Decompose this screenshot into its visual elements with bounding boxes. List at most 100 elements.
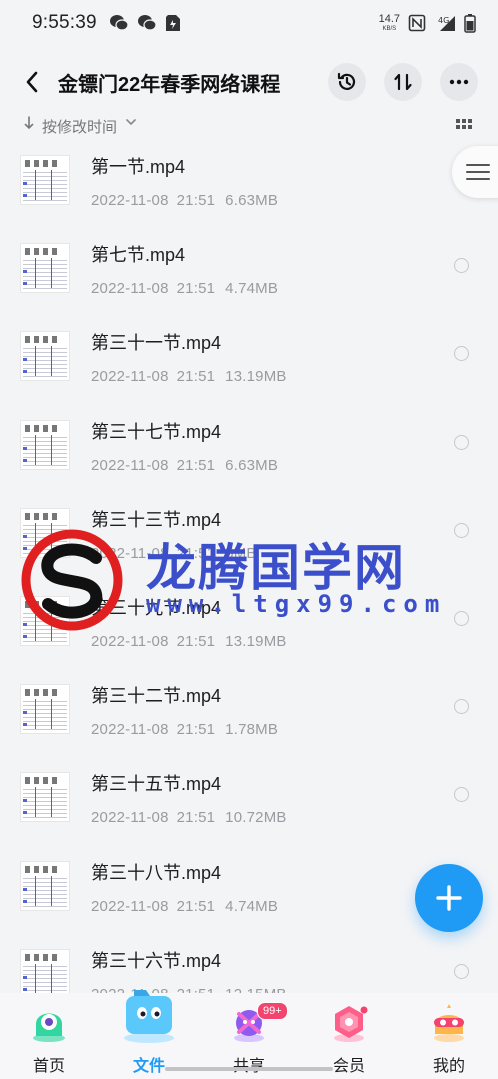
video-thumbnail <box>20 860 70 911</box>
grid-icon <box>456 119 472 129</box>
file-name: 第三十五节.mp4 <box>91 774 222 795</box>
select-radio[interactable] <box>454 434 469 450</box>
file-meta: 2022-11-08 21:51 5MB <box>91 545 257 562</box>
select-radio[interactable] <box>454 963 469 979</box>
file-name: 第三十二节.mp4 <box>91 686 222 707</box>
file-row[interactable]: 第三十九节.mp4 2022-11-08 21:51 13.19MB <box>0 577 498 665</box>
nav-files-label: 文件 <box>132 1058 165 1075</box>
file-date: 2022-11-08 <box>91 633 169 651</box>
nav-home-label: 首页 <box>32 1058 65 1075</box>
file-date: 2022-11-08 <box>91 897 169 915</box>
header: 金镖门22年春季网络课程 <box>0 58 498 106</box>
history-button[interactable] <box>328 63 366 101</box>
file-name: 第三十九节.mp4 <box>91 598 222 619</box>
nav-files[interactable]: 文件 <box>104 986 194 1079</box>
plus-icon <box>436 885 462 911</box>
file-date: 2022-11-08 <box>91 721 169 739</box>
file-info: 第三十九节.mp4 2022-11-08 21:51 13.19MB <box>91 592 287 650</box>
more-dots-icon <box>449 79 469 85</box>
select-radio[interactable] <box>454 699 469 715</box>
file-row[interactable]: 第三十三节.mp4 2022-11-08 21:51 5MB <box>0 489 498 577</box>
page-title: 金镖门22年春季网络课程 <box>58 73 281 96</box>
nav-share-label: 共享 <box>233 1052 265 1076</box>
file-row[interactable]: 第一节.mp4 2022-11-08 21:51 6.63MB <box>0 136 498 224</box>
file-name: 第三十三节.mp4 <box>91 509 222 530</box>
file-date: 2022-11-08 <box>91 192 169 210</box>
file-size: 1.78MB <box>225 721 279 739</box>
vip-icon <box>327 1000 371 1044</box>
net-speed-value: 14.7 <box>378 13 400 25</box>
file-row[interactable]: 第三十二节.mp4 2022-11-08 21:51 1.78MB <box>0 665 498 753</box>
file-date: 2022-11-08 <box>91 368 169 386</box>
file-date: 2022-11-08 <box>91 809 169 827</box>
file-name: 第一节.mp4 <box>91 157 186 178</box>
sort-order-button[interactable] <box>384 63 422 101</box>
file-time: 21:51 <box>176 809 216 827</box>
side-menu-handle[interactable] <box>452 146 498 198</box>
file-date: 2022-11-08 <box>91 280 169 298</box>
file-row[interactable]: 第三十五节.mp4 2022-11-08 21:51 10.72MB <box>0 753 498 841</box>
home-indicator <box>165 1067 333 1071</box>
file-meta: 2022-11-08 21:51 10.72MB <box>91 809 287 826</box>
history-icon <box>337 72 356 90</box>
share-badge: 99+ <box>257 1002 288 1020</box>
add-button[interactable] <box>415 864 483 932</box>
file-name: 第三十七节.mp4 <box>91 421 222 442</box>
file-time: 21:51 <box>176 544 216 562</box>
network-label: 4G <box>438 16 449 25</box>
file-time: 21:51 <box>176 633 216 651</box>
signal-4g-icon: 4G <box>438 16 455 31</box>
net-speed: 14.7 KB/S <box>378 13 400 33</box>
status-bar: 9:55:39 14.7 KB/S 4G <box>0 0 498 46</box>
file-name: 第三十八节.mp4 <box>91 862 222 883</box>
select-radio[interactable] <box>454 610 469 626</box>
video-thumbnail <box>20 684 70 735</box>
file-date: 2022-11-08 <box>91 544 169 562</box>
file-date: 2022-11-08 <box>91 456 169 474</box>
file-size: 4.74MB <box>225 280 279 298</box>
video-thumbnail <box>20 419 70 470</box>
nav-vip-label: 会员 <box>332 1058 365 1075</box>
nav-me[interactable]: 我的 <box>404 1000 494 1079</box>
file-name: 第三十六节.mp4 <box>91 950 222 971</box>
video-thumbnail <box>20 948 70 999</box>
file-meta: 2022-11-08 21:51 6.63MB <box>91 192 278 209</box>
video-thumbnail <box>20 243 70 294</box>
wechat-icon <box>137 15 157 31</box>
file-meta: 2022-11-08 21:51 6.63MB <box>91 457 278 474</box>
file-time: 21:51 <box>176 721 216 739</box>
file-row[interactable]: 第三十七节.mp4 2022-11-08 21:51 6.63MB <box>0 401 498 489</box>
select-radio[interactable] <box>454 787 469 803</box>
video-thumbnail <box>20 331 70 382</box>
video-thumbnail <box>20 507 70 558</box>
nfc-icon <box>408 14 426 32</box>
file-app-icon <box>165 15 180 31</box>
file-name: 第三十一节.mp4 <box>91 333 222 354</box>
more-button[interactable] <box>440 63 478 101</box>
sort-arrows-icon <box>394 73 412 91</box>
sort-row[interactable]: 按修改时间 <box>0 110 498 134</box>
nav-me-label: 我的 <box>432 1058 465 1075</box>
file-row[interactable]: 第三十一节.mp4 2022-11-08 21:51 13.19MB <box>0 312 498 400</box>
file-meta: 2022-11-08 21:51 4.74MB <box>91 898 278 915</box>
file-info: 第三十七节.mp4 2022-11-08 21:51 6.63MB <box>91 416 278 474</box>
select-radio[interactable] <box>454 258 469 274</box>
file-meta: 2022-11-08 21:51 4.74MB <box>91 280 278 297</box>
screen: 9:55:39 14.7 KB/S 4G 金镖门22年春季网络课程 按修改时间 … <box>0 0 498 1079</box>
file-size: 4.74MB <box>225 897 279 915</box>
net-speed-unit: KB/S <box>382 26 397 32</box>
back-button[interactable] <box>10 60 54 104</box>
status-right: 14.7 KB/S 4G <box>378 13 476 33</box>
video-thumbnail <box>20 596 70 647</box>
chevron-left-icon <box>26 71 38 93</box>
select-radio[interactable] <box>454 522 469 538</box>
file-row[interactable]: 第七节.mp4 2022-11-08 21:51 4.74MB <box>0 224 498 312</box>
select-radio[interactable] <box>454 346 469 362</box>
profile-icon <box>427 1000 471 1044</box>
file-meta: 2022-11-08 21:51 1.78MB <box>91 721 278 738</box>
nav-home[interactable]: 首页 <box>4 1000 94 1079</box>
file-time: 21:51 <box>176 456 216 474</box>
notification-icons <box>109 14 181 32</box>
grid-view-toggle[interactable] <box>456 116 472 134</box>
arrow-down-icon <box>24 116 34 130</box>
